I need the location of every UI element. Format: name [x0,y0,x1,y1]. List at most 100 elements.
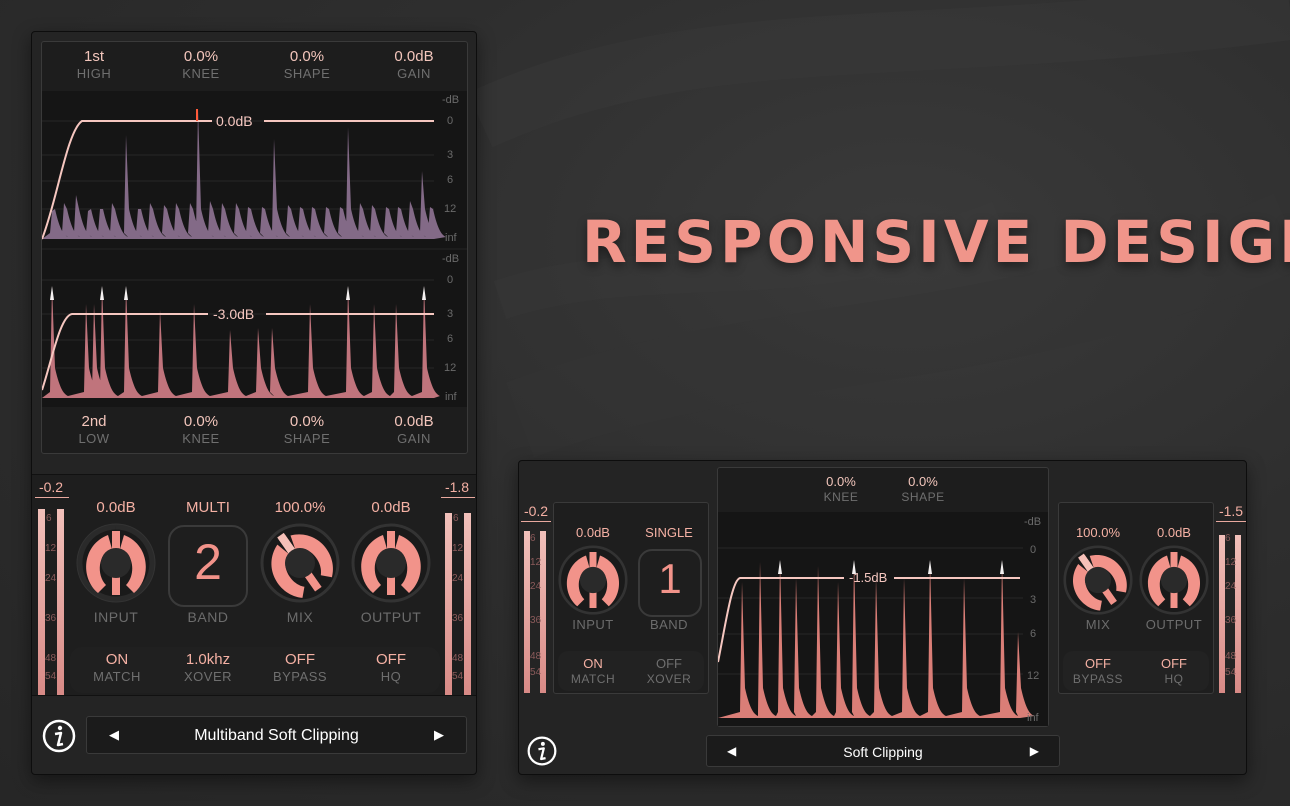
right-controls: 100.0% 0.0dB MIX OUTPUT OFF BYPASS OFF HQ [1058,502,1214,694]
meter-tick: 54 [452,671,464,682]
scale-0: 0 [447,274,454,286]
mix-label: MIX [1085,617,1111,632]
param-knee[interactable]: 0.0% KNEE [156,48,246,81]
param-shape-low[interactable]: 0.0% SHAPE [262,413,352,446]
scale-6: 6 [1030,628,1037,640]
scale-inf: inf [445,232,457,244]
info-icon[interactable] [526,735,558,767]
param-shape[interactable]: 0.0% SHAPE [262,48,352,81]
meter-tick: 24 [530,581,542,592]
right-arrow-icon[interactable]: ▶ [434,727,444,743]
xover-switch[interactable]: 1.0khz XOVER [163,651,253,684]
meter-tick: 6 [1225,533,1231,544]
input-meter-value: -0.2 [38,479,64,495]
scale-db: -dB [442,253,460,265]
display-area: 1st HIGH 0.0% KNEE 0.0% SHAPE 0.0dB GAIN 0.0… [41,41,468,454]
plugin-panel-small: -0.2 6 12 24 36 48 54 0.0dB SINGLE 1 INP… [518,460,1247,775]
band-mode-value[interactable]: MULTI [168,499,248,516]
scale-6: 6 [447,174,454,186]
input-value: 0.0dB [96,499,136,516]
param-knee[interactable]: 0.0% KNEE [796,474,886,504]
output-value: 0.0dB [1157,525,1191,540]
param-shape[interactable]: 0.0% SHAPE [878,474,968,504]
meter-tick: 54 [530,667,542,678]
lower-band-graph[interactable]: -3.0dB -dB 0 3 6 12 inf [42,250,467,407]
meter-tick: 36 [1225,615,1237,626]
mix-value: 100.0% [274,499,326,516]
scale-12: 12 [1027,670,1040,682]
scale-6: 6 [447,333,454,345]
waveform-lower [42,286,440,398]
scale-3: 3 [447,149,454,161]
upper-threshold-label[interactable]: 0.0dB [216,113,253,129]
meter-tick: 48 [530,651,542,662]
band-label: BAND [649,617,689,632]
band-graph[interactable]: -1.5dB -dB 0 3 6 12 inf [718,512,1048,726]
meter-tick: 36 [452,613,464,624]
headline: RESPONSIVE DESIGN [582,208,1290,276]
output-knob[interactable] [351,523,431,603]
scale-3: 3 [447,308,454,320]
band-count-number: 2 [194,534,222,590]
preset-name[interactable]: Soft Clipping [707,744,1059,760]
scale-12: 12 [444,203,457,215]
hq-switch[interactable]: OFF HQ [1129,656,1219,686]
band-mode-value[interactable]: SINGLE [632,525,706,540]
threshold-label[interactable]: -1.5dB [849,570,887,585]
param-knee-low[interactable]: 0.0% KNEE [156,413,246,446]
band-count-number: 1 [658,555,682,602]
meter-underline [35,497,69,498]
scale-inf: inf [1027,712,1039,724]
meter-tick: 24 [45,573,57,584]
peaks-lower [50,286,426,300]
bypass-switch[interactable]: OFF BYPASS [255,651,345,684]
input-label: INPUT [572,617,614,632]
preset-selector: ◀ Multiband Soft Clipping ▶ [86,716,467,754]
band-label: BAND [187,609,229,625]
param-gain[interactable]: 0.0dB GAIN [369,48,459,81]
input-meter-bar-l [38,509,45,695]
meter-tick: 6 [46,513,52,524]
meter-tick: 48 [1225,651,1237,662]
meter-tick: 48 [45,653,57,664]
mix-knob[interactable] [260,523,340,603]
meter-tick: 6 [453,513,459,524]
upper-band-graph[interactable]: 0.0dB -dB 0 3 6 12 inf [42,91,467,248]
meter-tick: 24 [452,573,464,584]
xover-switch[interactable]: OFF XOVER [624,656,714,686]
param-gain-low[interactable]: 0.0dB GAIN [369,413,459,446]
input-meter-bar-r [57,509,64,695]
output-meter-bar-r [464,513,471,695]
match-switch[interactable]: ON MATCH [72,651,162,684]
meter-tick: 6 [530,533,536,544]
meter-tick: 24 [1225,581,1237,592]
scale-3: 3 [1030,594,1037,606]
output-value: 0.0dB [371,499,411,516]
input-label: INPUT [93,609,139,625]
meter-tick: 12 [45,543,57,554]
output-knob[interactable] [1139,545,1209,615]
meter-tick: 54 [45,671,57,682]
mix-knob[interactable] [1063,545,1133,615]
scale-0: 0 [1030,544,1037,556]
param-low[interactable]: 2nd LOW [49,413,139,446]
info-icon[interactable] [41,718,77,754]
meter-tick: 12 [452,543,464,554]
output-meter-bar-l [445,513,452,695]
scale-0: 0 [447,115,454,127]
meter-tick: 48 [452,653,464,664]
preset-name[interactable]: Multiband Soft Clipping [87,727,466,745]
peaks [778,560,1004,574]
scale-12: 12 [444,362,457,374]
hq-switch[interactable]: OFF HQ [346,651,436,684]
scale-db: -dB [1024,516,1042,528]
right-arrow-icon[interactable]: ▶ [1030,744,1039,758]
lower-threshold-label[interactable]: -3.0dB [213,306,254,322]
plugin-panel-large: 1st HIGH 0.0% KNEE 0.0% SHAPE 0.0dB GAIN 0.0… [31,31,477,775]
input-knob[interactable] [558,545,628,615]
scale-inf: inf [445,391,457,403]
mix-value: 100.0% [1075,525,1121,540]
input-knob[interactable] [76,523,156,603]
meter-underline [521,521,551,522]
param-high[interactable]: 1st HIGH [49,48,139,81]
